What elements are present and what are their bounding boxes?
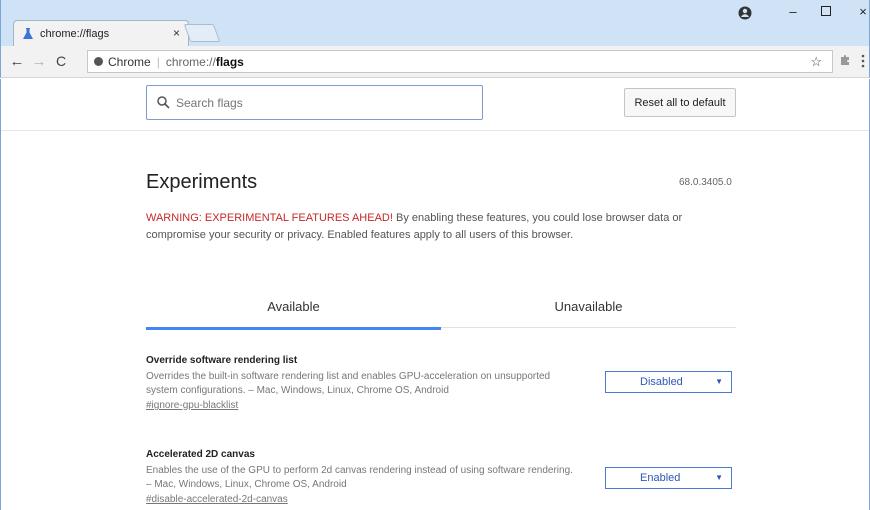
warning-heading: WARNING: EXPERIMENTAL FEATURES AHEAD! bbox=[146, 212, 393, 224]
browser-tab[interactable]: chrome://flags × bbox=[13, 20, 189, 46]
version-label: 68.0.3405.0 bbox=[679, 177, 732, 188]
extension-icon[interactable] bbox=[839, 54, 851, 66]
tab-unavailable[interactable]: Unavailable bbox=[441, 284, 736, 328]
omnibox-path: flags bbox=[215, 54, 244, 69]
browser-toolbar: ← → C Chrome | chrome:// flags ☆ bbox=[0, 46, 870, 78]
flag-anchor-link[interactable]: #disable-accelerated-2d-canvas bbox=[146, 494, 736, 505]
tab-available-label: Available bbox=[267, 298, 320, 314]
flask-icon bbox=[23, 27, 33, 39]
search-input[interactable] bbox=[176, 95, 456, 110]
flag-name: Override software rendering list bbox=[146, 355, 298, 366]
window-titlebar: chrome://flags × – × bbox=[0, 0, 870, 46]
profile-icon[interactable] bbox=[738, 6, 752, 20]
search-header: Reset all to default bbox=[1, 79, 869, 131]
flag-item: Override software rendering list Overrid… bbox=[146, 355, 736, 411]
reload-button[interactable]: C bbox=[53, 53, 69, 69]
warning-message: WARNING: EXPERIMENTAL FEATURES AHEAD! By… bbox=[146, 210, 736, 244]
omnibox-separator: | bbox=[156, 54, 160, 69]
new-tab-button[interactable] bbox=[183, 24, 221, 42]
omnibox-host: chrome:// bbox=[165, 54, 216, 69]
forward-button[interactable]: → bbox=[31, 53, 47, 70]
flag-tabs: Available Unavailable bbox=[146, 284, 736, 330]
flag-state-value: Enabled bbox=[640, 472, 681, 484]
active-tab-indicator bbox=[146, 327, 441, 330]
page-title: Experiments bbox=[146, 171, 258, 193]
dropdown-caret-icon: ▼ bbox=[715, 473, 723, 482]
flag-item: Accelerated 2D canvas Enables the use of… bbox=[146, 449, 736, 505]
search-icon bbox=[157, 96, 170, 109]
maximize-button[interactable] bbox=[821, 6, 831, 16]
omnibox-scheme: Chrome bbox=[108, 54, 151, 69]
flag-description: Enables the use of the GPU to perform 2d… bbox=[146, 465, 573, 490]
flag-state-select[interactable]: Disabled ▼ bbox=[605, 371, 732, 393]
tab-unavailable-label: Unavailable bbox=[554, 298, 623, 314]
reset-all-button[interactable]: Reset all to default bbox=[624, 88, 736, 117]
flag-anchor-link[interactable]: #ignore-gpu-blacklist bbox=[146, 400, 736, 411]
address-bar[interactable]: Chrome | chrome:// flags ☆ bbox=[87, 50, 833, 73]
flag-name: Accelerated 2D canvas bbox=[146, 449, 255, 460]
search-box[interactable] bbox=[146, 85, 483, 120]
tab-available[interactable]: Available bbox=[146, 284, 441, 330]
flag-state-value: Disabled bbox=[640, 376, 683, 388]
bookmark-star-icon[interactable]: ☆ bbox=[810, 54, 822, 70]
flags-page: Reset all to default Experiments 68.0.34… bbox=[0, 79, 870, 510]
chrome-icon bbox=[94, 57, 103, 66]
back-button[interactable]: ← bbox=[9, 53, 25, 70]
menu-kebab-icon[interactable] bbox=[861, 54, 865, 68]
tab-title: chrome://flags bbox=[40, 27, 110, 40]
flag-state-select[interactable]: Enabled ▼ bbox=[605, 467, 732, 489]
close-window-button[interactable]: × bbox=[853, 4, 870, 19]
flag-description: Overrides the built-in software renderin… bbox=[146, 371, 551, 396]
dropdown-caret-icon: ▼ bbox=[715, 377, 723, 386]
minimize-button[interactable]: – bbox=[783, 4, 803, 19]
tab-close-icon[interactable]: × bbox=[173, 26, 180, 40]
